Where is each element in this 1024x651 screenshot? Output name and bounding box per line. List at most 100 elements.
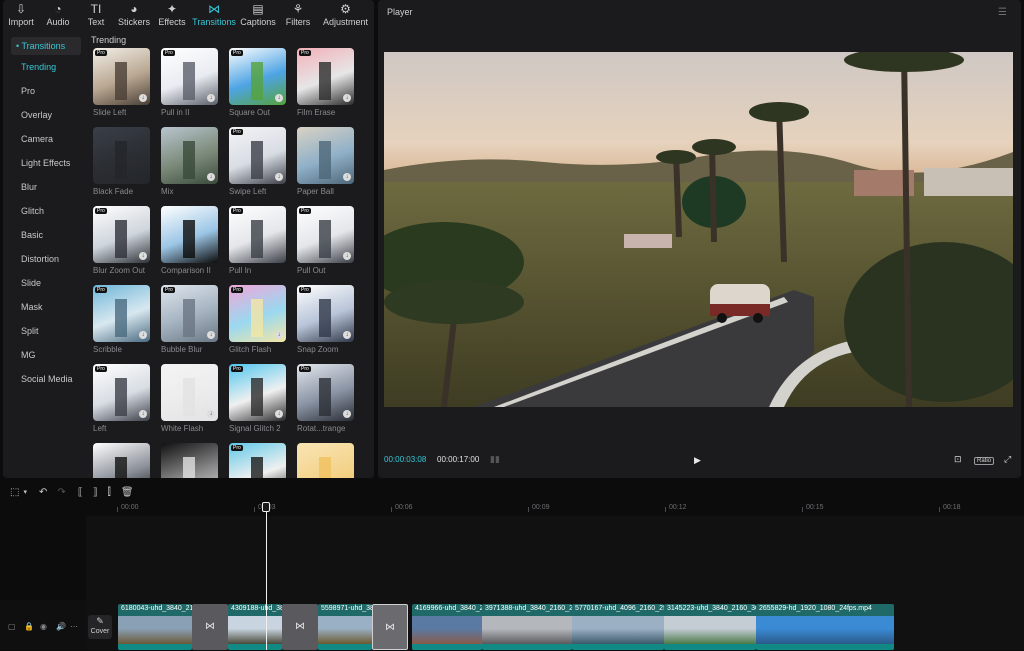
download-icon[interactable]: ↓	[139, 252, 147, 260]
sidebar-item-glitch[interactable]: Glitch	[3, 199, 85, 223]
download-icon[interactable]: ↓	[275, 173, 283, 181]
cover-button[interactable]: ✎ Cover	[88, 615, 112, 639]
delete-icon[interactable]: 🗑	[121, 487, 134, 498]
transition-marker-icon[interactable]: ⋈	[282, 604, 318, 650]
transition-card[interactable]: Comparison II	[161, 206, 218, 275]
transition-card[interactable]: Pro ↓ Film Erase	[297, 48, 354, 117]
transition-card[interactable]: Pro Pull In	[229, 206, 286, 275]
split-left-icon[interactable]: ⟧	[93, 487, 98, 498]
play-button[interactable]: ▶	[694, 455, 701, 466]
split-icon[interactable]: ⟦	[78, 487, 83, 498]
transition-card[interactable]: Pro ↓ Rotat...trange	[297, 364, 354, 433]
tool-transitions[interactable]: ⋈ Transitions	[191, 0, 237, 30]
sidebar-item-light-effects[interactable]: Light Effects	[3, 151, 85, 175]
transition-card[interactable]: Pro ↓ Pull in II	[161, 48, 218, 117]
video-clip[interactable]: 5770167-uhd_4096_2160_25fps.mp4	[572, 604, 664, 650]
transition-marker-icon[interactable]: ⋈	[372, 604, 408, 650]
transition-card[interactable]: Pro ↓ Bubble Blur	[161, 285, 218, 354]
sidebar-item-basic[interactable]: Basic	[3, 223, 85, 247]
download-icon[interactable]: ↓	[207, 94, 215, 102]
transition-card[interactable]: Pro ↓ Scribble	[93, 285, 150, 354]
download-icon[interactable]: ↓	[207, 173, 215, 181]
transition-card[interactable]	[93, 443, 150, 478]
tool-stickers[interactable]: ◕ Stickers	[115, 0, 153, 30]
track-toggle-icon[interactable]: ▢	[8, 622, 16, 631]
tool-audio[interactable]: ◔ Audio	[39, 0, 77, 30]
transition-card[interactable]: ↓ White Flash	[161, 364, 218, 433]
ratio-button[interactable]: Ratio	[974, 454, 995, 465]
video-clip[interactable]: 6180043-uhd_3840_2160_24fps.mp4	[118, 604, 192, 650]
redo-icon[interactable]: ↷	[57, 487, 65, 498]
sidebar-item-mask[interactable]: Mask	[3, 295, 85, 319]
transition-card[interactable]: Pro ↓ Blur Zoom Out	[93, 206, 150, 275]
transition-card[interactable]	[297, 443, 354, 478]
split-right-icon[interactable]: ⫿	[108, 487, 111, 498]
video-clip[interactable]: 3145223-uhd_3840_2160_30fps.mp4	[664, 604, 756, 650]
download-icon[interactable]: ↓	[139, 94, 147, 102]
download-icon[interactable]: ↓	[207, 331, 215, 339]
transition-card[interactable]	[161, 443, 218, 478]
sidebar-item-mg[interactable]: MG	[3, 343, 85, 367]
transition-card[interactable]: Pro ↓ Glitch Flash	[229, 285, 286, 354]
sidebar-item-camera[interactable]: Camera	[3, 127, 85, 151]
tool-adjustment[interactable]: ⚙ Adjustment	[317, 0, 374, 30]
transition-card[interactable]: Pro ↓ Pull Out	[297, 206, 354, 275]
playhead[interactable]	[266, 504, 267, 650]
transition-card[interactable]: Pro ↓ Left	[93, 364, 150, 433]
sidebar-item-blur[interactable]: Blur	[3, 175, 85, 199]
transition-card[interactable]: Pro ↓ Square Out	[229, 48, 286, 117]
tool-captions[interactable]: ▤ Captions	[237, 0, 279, 30]
transition-marker-icon[interactable]: ⋈	[192, 604, 228, 650]
transition-card[interactable]: Pro ↓ Slide Left	[93, 48, 150, 117]
dropdown-chevron-icon[interactable]: ▾	[23, 488, 27, 496]
transition-card[interactable]: Pro	[229, 443, 286, 478]
download-icon[interactable]: ↓	[207, 410, 215, 418]
lock-icon[interactable]: 🔒	[24, 622, 34, 631]
download-icon[interactable]: ↓	[343, 173, 351, 181]
video-clip[interactable]: 5598971-uhd_3840_2160_24fps.mp4	[318, 604, 372, 650]
video-clip[interactable]: 3971388-uhd_3840_2160_24fps.mp4	[482, 604, 572, 650]
transition-card[interactable]: Pro ↓ Swipe Left	[229, 127, 286, 196]
video-preview[interactable]	[384, 52, 1013, 407]
sidebar-item-trending[interactable]: Trending	[3, 55, 85, 79]
audio-icon[interactable]: 🔊	[56, 622, 66, 631]
tool-filters[interactable]: ⚘ Filters	[279, 0, 317, 30]
sidebar-item-distortion[interactable]: Distortion	[3, 247, 85, 271]
timeline-ruler[interactable]: 00:0000:0300:0600:0900:1200:1500:18	[86, 502, 1024, 516]
video-clip[interactable]: 2655829-hd_1920_1080_24fps.mp4	[756, 604, 894, 650]
playhead-handle[interactable]	[262, 502, 270, 512]
transition-card[interactable]: Pro ↓ Signal Glitch 2	[229, 364, 286, 433]
transition-card[interactable]: ↓ Mix	[161, 127, 218, 196]
undo-icon[interactable]: ↶	[39, 487, 47, 498]
more-icon[interactable]: ⋯	[70, 622, 78, 631]
download-icon[interactable]: ↓	[139, 410, 147, 418]
fullscreen-icon[interactable]: ⤢	[1004, 454, 1011, 465]
stickers-icon: ◕	[130, 2, 138, 16]
download-icon[interactable]: ↓	[275, 410, 283, 418]
fit-screen-icon[interactable]: ⊡	[954, 454, 962, 465]
download-icon[interactable]: ↓	[343, 331, 351, 339]
download-icon[interactable]: ↓	[275, 331, 283, 339]
download-icon[interactable]: ↓	[275, 94, 283, 102]
sidebar-item-social-media[interactable]: Social Media	[3, 367, 85, 391]
video-clip[interactable]: 4309188-uhd_3840_2160_24fps.mp4	[228, 604, 282, 650]
video-clip[interactable]: 4169966-uhd_3840_2160_24fps.mp4	[412, 604, 482, 650]
sidebar-item-overlay[interactable]: Overlay	[3, 103, 85, 127]
visibility-icon[interactable]: ◉	[40, 622, 47, 631]
download-icon[interactable]: ↓	[139, 331, 147, 339]
sidebar-item-pro[interactable]: Pro	[3, 79, 85, 103]
download-icon[interactable]: ↓	[343, 410, 351, 418]
transition-card[interactable]: Pro ↓ Snap Zoom	[297, 285, 354, 354]
transition-card[interactable]: Black Fade	[93, 127, 150, 196]
tool-effects[interactable]: ✦ Effects	[153, 0, 191, 30]
sidebar-category-transitions[interactable]: • Transitions	[11, 37, 81, 55]
sidebar-item-split[interactable]: Split	[3, 319, 85, 343]
tool-text[interactable]: TI Text	[77, 0, 115, 30]
tool-import[interactable]: ⇩ Import	[3, 0, 39, 30]
download-icon[interactable]: ↓	[343, 94, 351, 102]
player-menu-icon[interactable]: ☰	[998, 7, 1007, 18]
download-icon[interactable]: ↓	[343, 252, 351, 260]
sidebar-item-slide[interactable]: Slide	[3, 271, 85, 295]
select-tool-icon[interactable]: ⬚	[10, 487, 19, 498]
transition-card[interactable]: ↓ Paper Ball	[297, 127, 354, 196]
